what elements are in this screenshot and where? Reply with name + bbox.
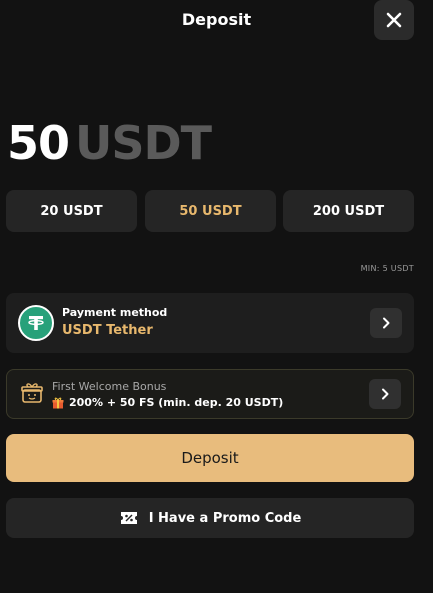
header: Deposit (0, 0, 433, 40)
bonus-text: 200% + 50 FS (min. dep. 20 USDT) (69, 396, 284, 409)
close-icon (386, 12, 402, 28)
amount-presets: 20 USDT 50 USDT 200 USDT (6, 190, 414, 232)
deposit-button[interactable]: Deposit (6, 434, 414, 482)
page-title: Deposit (181, 10, 252, 29)
tether-icon (18, 305, 54, 341)
preset-20-button[interactable]: 20 USDT (6, 190, 137, 232)
preset-200-button[interactable]: 200 USDT (283, 190, 414, 232)
welcome-bonus-card[interactable]: First Welcome Bonus 200% + 50 FS (min. d… (6, 369, 414, 419)
payment-method-label: Payment method (62, 306, 168, 319)
promo-code-label: I Have a Promo Code (148, 510, 302, 526)
preset-50-button[interactable]: 50 USDT (145, 190, 276, 232)
bonus-chevron-button[interactable] (369, 379, 401, 409)
bonus-title: First Welcome Bonus (52, 380, 167, 393)
chevron-right-icon (383, 317, 390, 329)
small-gift-icon (52, 397, 64, 408)
bonus-text-row: 200% + 50 FS (min. dep. 20 USDT) (52, 396, 283, 409)
chevron-right-icon (382, 388, 389, 400)
payment-method-value: USDT Tether (62, 323, 153, 338)
payment-method-selector[interactable]: Payment method USDT Tether (6, 293, 414, 353)
close-button[interactable] (374, 0, 414, 40)
amount-value: 50 (7, 116, 70, 170)
min-deposit-text: MIN: 5 USDT (360, 264, 414, 273)
gift-icon (21, 383, 43, 403)
amount-currency: USDT (75, 116, 212, 170)
payment-method-chevron-button[interactable] (370, 308, 402, 338)
promo-code-button[interactable]: I Have a Promo Code (6, 498, 414, 538)
amount-display[interactable]: 50 USDT (7, 116, 212, 176)
promo-ticket-icon (120, 512, 137, 524)
